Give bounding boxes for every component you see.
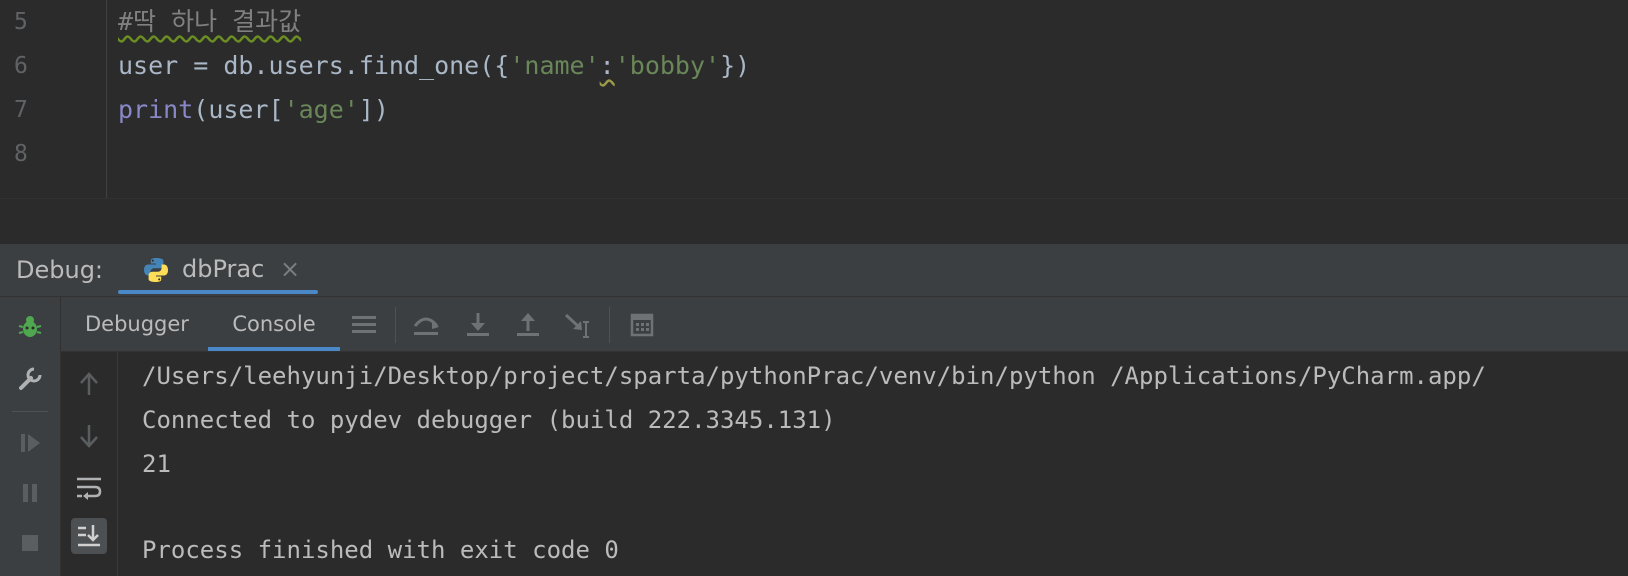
- code-text: #딱 하나 결과값: [118, 2, 301, 42]
- tab-debugger-label: Debugger: [85, 312, 189, 336]
- console-side-toolbar: [61, 352, 118, 576]
- code-token: user = db.users.find_one({: [118, 51, 510, 80]
- tab-label: dbPrac: [182, 255, 265, 283]
- tab-console-label: Console: [232, 312, 316, 336]
- list-icon[interactable]: [349, 310, 379, 340]
- code-token: 'age': [283, 95, 359, 124]
- code-token: }): [720, 51, 751, 80]
- tab-dbprac[interactable]: dbPrac ×: [118, 244, 318, 296]
- code-token: 'bobby': [614, 51, 721, 80]
- step-into-icon[interactable]: [463, 310, 493, 340]
- code-token: ]): [358, 95, 389, 124]
- line-number: 7: [14, 97, 28, 123]
- line-number: 8: [14, 141, 28, 167]
- code-line[interactable]: 5 #딱 하나 결과값: [0, 2, 1628, 42]
- toolbar-divider: [12, 411, 48, 412]
- active-tab-indicator: [208, 347, 340, 351]
- code-token: 'name': [509, 51, 600, 80]
- wrench-icon[interactable]: [14, 363, 46, 395]
- code-line[interactable]: 7 print(user['age']): [0, 90, 1628, 130]
- code-token: (user[: [193, 95, 284, 124]
- bug-icon[interactable]: [14, 311, 46, 343]
- debug-label: Debug:: [16, 256, 104, 284]
- code-editor[interactable]: 5 #딱 하나 결과값 6 user = db.users.find_one({'na…: [0, 0, 1628, 198]
- run-to-cursor-icon[interactable]: [563, 310, 593, 340]
- step-over-icon[interactable]: [411, 310, 441, 340]
- code-token: #딱 하나 결과값: [118, 7, 302, 36]
- arrow-up-icon[interactable]: [71, 366, 107, 402]
- code-text: print(user['age']): [118, 90, 389, 130]
- code-token: print: [118, 95, 194, 124]
- close-icon[interactable]: ×: [280, 255, 300, 283]
- console-line: Process finished with exit code 0: [142, 536, 619, 564]
- debug-subtoolbar: Debugger Console: [61, 297, 1628, 352]
- resume-icon[interactable]: [14, 427, 46, 459]
- console-line: Connected to pydev debugger (build 222.3…: [142, 406, 836, 434]
- line-number: 6: [14, 53, 28, 79]
- code-text: user = db.users.find_one({'name':'bobby'…: [118, 46, 750, 86]
- step-out-icon[interactable]: [513, 310, 543, 340]
- console-line: /Users/leehyunji/Desktop/project/sparta/…: [142, 362, 1486, 390]
- debug-tool-window-header: Debug: dbPrac ×: [0, 244, 1628, 297]
- scroll-to-end-icon[interactable]: [71, 518, 107, 554]
- active-tab-indicator: [118, 290, 318, 294]
- console-line: 21: [142, 450, 171, 478]
- arrow-down-icon[interactable]: [71, 418, 107, 454]
- toolbar-divider: [609, 307, 610, 343]
- evaluate-expression-icon[interactable]: [627, 310, 657, 340]
- code-token: :: [599, 51, 615, 80]
- code-line[interactable]: 8: [0, 134, 1628, 174]
- code-line[interactable]: 6 user = db.users.find_one({'name':'bobby…: [0, 46, 1628, 86]
- tab-console[interactable]: Console: [208, 297, 340, 351]
- tab-debugger[interactable]: Debugger: [85, 297, 189, 351]
- python-icon: [144, 258, 168, 282]
- debug-side-toolbar: [0, 297, 61, 576]
- console-output[interactable]: /Users/leehyunji/Desktop/project/sparta/…: [118, 352, 1628, 576]
- pause-icon[interactable]: [14, 477, 46, 509]
- stop-icon[interactable]: [14, 527, 46, 559]
- toolbar-divider: [395, 307, 396, 343]
- editor-bottom-area: [0, 198, 1628, 245]
- line-number: 5: [14, 9, 28, 35]
- soft-wrap-icon[interactable]: [71, 470, 107, 506]
